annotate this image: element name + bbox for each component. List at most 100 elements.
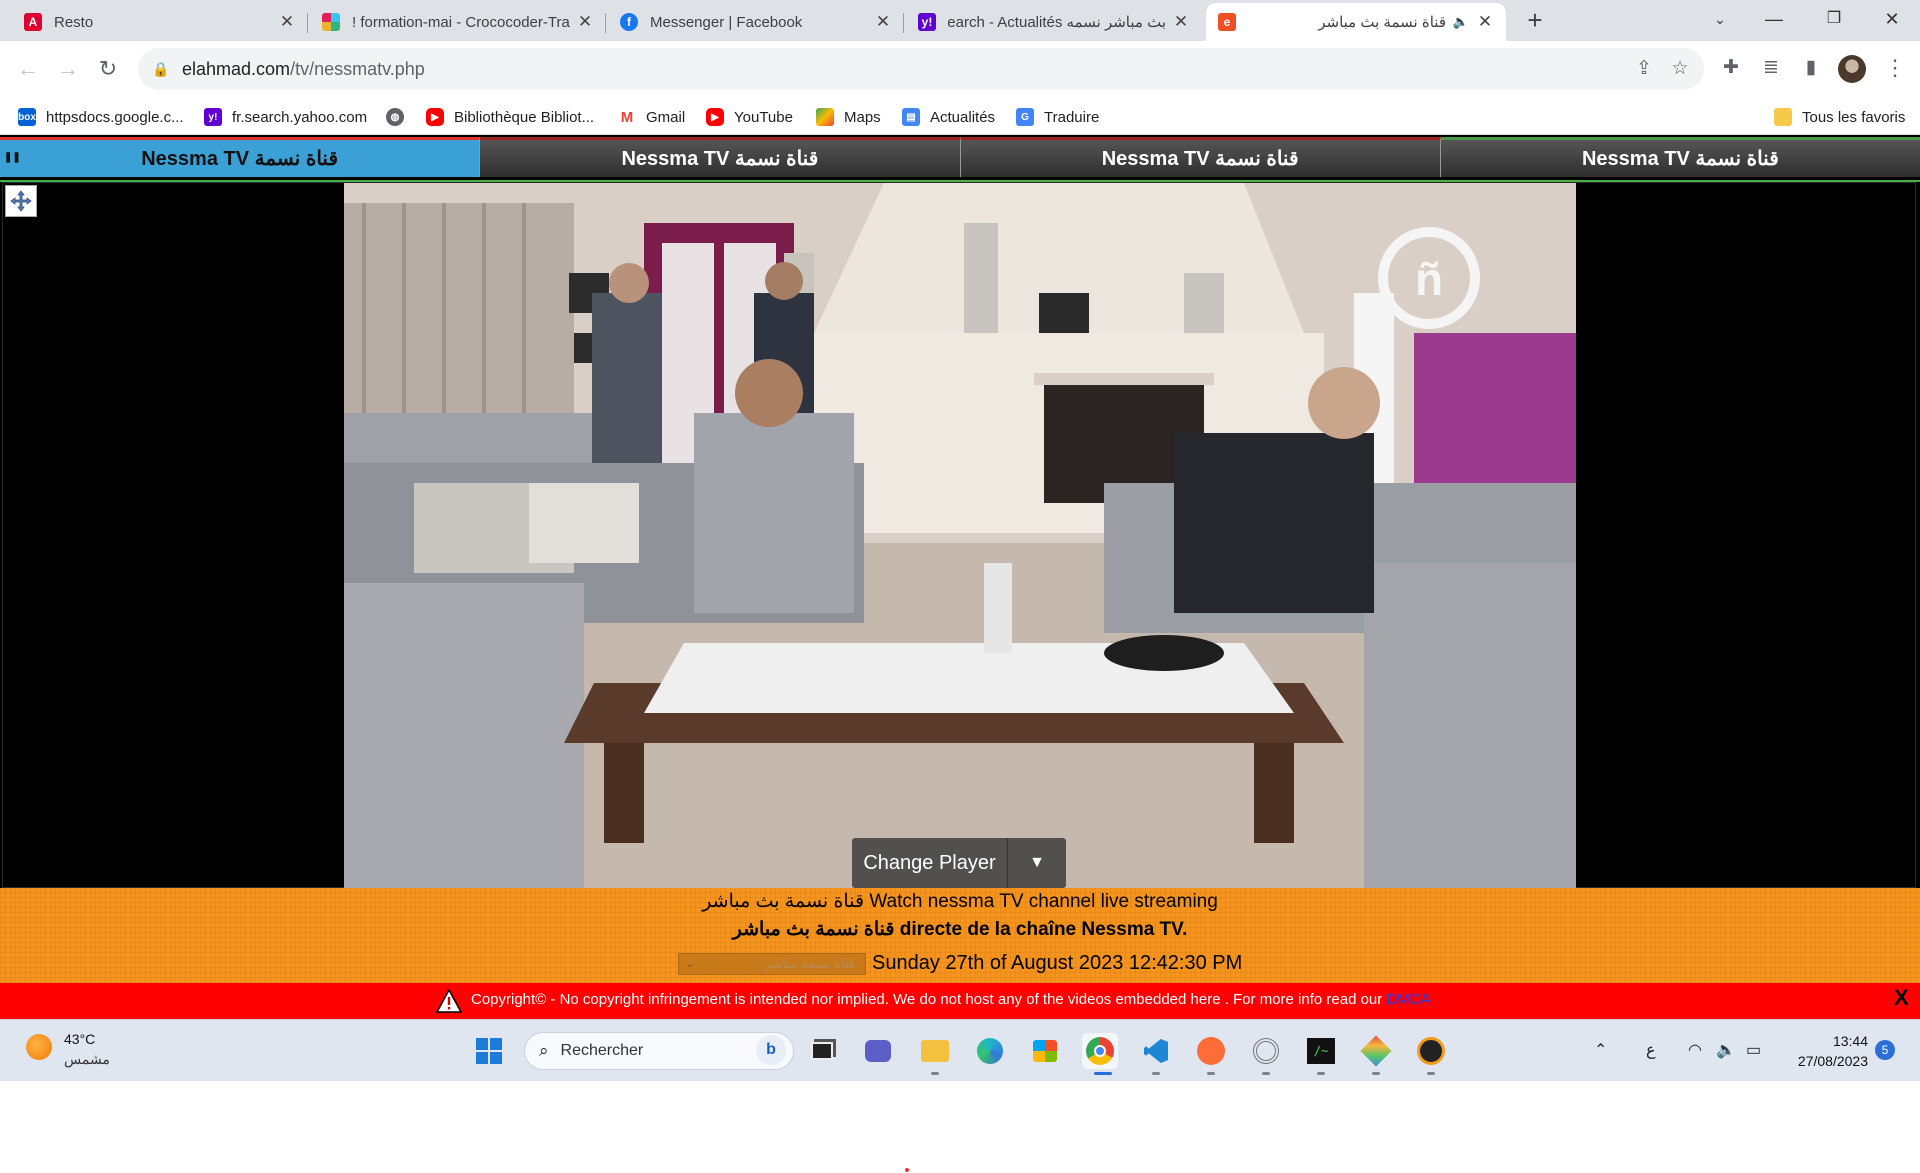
media-player-icon[interactable] xyxy=(1413,1033,1449,1069)
video-frame[interactable]: ñ xyxy=(344,183,1576,889)
bookmark-item[interactable]: ▶ YouTube xyxy=(706,106,793,128)
dropdown-arrow-icon[interactable]: ▼ xyxy=(1008,838,1066,888)
edge-icon[interactable] xyxy=(972,1033,1008,1069)
bookmark-item[interactable]: y! fr.search.yahoo.com xyxy=(204,106,367,128)
new-tab-button[interactable]: + xyxy=(1520,6,1550,36)
box-icon: box xyxy=(18,108,36,126)
close-icon[interactable]: ✕ xyxy=(278,12,296,32)
browser-toolbar: ← → ↻ 🔒 elahmad.com/tv/nessmatv.php ⇪ ☆ xyxy=(0,41,1920,97)
browser-tab[interactable]: A Resto ✕ xyxy=(12,3,308,41)
bookmark-star-icon[interactable]: ☆ xyxy=(1665,54,1695,84)
bing-icon[interactable]: b xyxy=(756,1035,786,1065)
windows-taskbar: 43°C مشمس ⌕ Rechercher b /~ ⌃ ع ◠ 🔈 ▭ 13… xyxy=(0,1019,1920,1081)
lock-icon[interactable]: 🔒 xyxy=(152,61,170,78)
browser-tab-active[interactable]: e قناة نسمة بث مباشر 🔈 ✕ xyxy=(1206,3,1506,41)
file-explorer-icon[interactable] xyxy=(917,1033,953,1069)
restore-button[interactable]: ❐ xyxy=(1806,0,1862,41)
share-icon[interactable]: ⇪ xyxy=(1629,54,1659,84)
store-icon[interactable] xyxy=(1027,1033,1063,1069)
weather-sun-icon[interactable] xyxy=(26,1034,52,1060)
all-bookmarks-folder[interactable]: Tous les favoris xyxy=(1774,106,1905,128)
date-row: ⌄ قناة نسمة مباشر Sunday 27th of August … xyxy=(678,952,1242,975)
windows-start-icon[interactable] xyxy=(471,1033,507,1069)
vscode-icon[interactable] xyxy=(1138,1033,1174,1069)
channel-tab[interactable]: Nessma TV قناة نسمة xyxy=(480,137,961,177)
copyright-notice: Copyright© - No copyright infringement i… xyxy=(471,991,1431,1008)
channel-tab[interactable]: Nessma TV قناة نسمة xyxy=(1440,137,1920,177)
weather-condition[interactable]: مشمس xyxy=(64,1051,110,1068)
bookmark-item[interactable]: ▤ Actualités xyxy=(902,106,995,128)
bookmark-item[interactable]: M Gmail xyxy=(618,106,685,128)
bookmark-item[interactable]: G Traduire xyxy=(1016,106,1099,128)
bookmark-item[interactable]: box httpsdocs.google.c... xyxy=(18,106,184,128)
postman-icon[interactable] xyxy=(1193,1033,1229,1069)
channel-select[interactable]: ⌄ قناة نسمة مباشر xyxy=(678,952,866,975)
battery-icon[interactable]: ▭ xyxy=(1746,1040,1761,1060)
weather-temperature[interactable]: 43°C xyxy=(64,1031,95,1047)
maps-icon xyxy=(816,108,834,126)
reload-button[interactable]: ↻ xyxy=(90,51,126,87)
teams-chat-icon[interactable] xyxy=(860,1033,896,1069)
description-line-bold: قناة نسمة بث مباشر directe de la chaîne … xyxy=(732,919,1188,940)
running-indicator xyxy=(1207,1072,1215,1075)
running-indicator xyxy=(1427,1072,1435,1075)
notification-badge[interactable]: 5 xyxy=(1875,1040,1895,1060)
back-button[interactable]: ← xyxy=(10,51,46,87)
close-icon[interactable]: ✕ xyxy=(874,12,892,32)
browser-menu-icon[interactable]: ⋮ xyxy=(1880,51,1910,85)
tab-search-icon[interactable]: ⌄ xyxy=(1692,0,1748,41)
tab-title: بث مباشر نسمه search - Actualités xyxy=(948,14,1166,31)
system-clock[interactable]: 13:44 27/08/2023 xyxy=(1788,1031,1868,1071)
running-indicator xyxy=(1372,1072,1380,1075)
browser-tab[interactable]: ! formation-mai - Crococoder-Tra ✕ xyxy=(310,3,606,41)
close-window-button[interactable]: ✕ xyxy=(1864,0,1920,41)
app-ring-icon[interactable] xyxy=(1248,1033,1284,1069)
site-icon: e xyxy=(1218,13,1236,31)
yahoo-icon: y! xyxy=(204,108,222,126)
close-icon[interactable]: ✕ xyxy=(1172,12,1190,32)
description-line: قناة نسمة بث مباشر Watch nessma TV chann… xyxy=(702,891,1218,912)
active-indicator xyxy=(1094,1072,1112,1075)
volume-icon[interactable]: 🔈 xyxy=(1716,1040,1736,1060)
bookmark-item[interactable]: ▶ Bibliothèque Bibliot... xyxy=(426,106,594,128)
url-text[interactable]: elahmad.com/tv/nessmatv.php xyxy=(182,59,425,80)
close-icon[interactable]: ✕ xyxy=(1476,12,1494,32)
wifi-icon[interactable]: ◠ xyxy=(1688,1040,1702,1060)
chrome-icon[interactable] xyxy=(1082,1033,1118,1069)
profile-avatar[interactable] xyxy=(1838,55,1866,83)
git-app-icon[interactable] xyxy=(1358,1033,1394,1069)
channel-tab-active[interactable]: Nessma TV قناة نسمة xyxy=(0,137,481,177)
taskbar-search[interactable]: ⌕ Rechercher xyxy=(524,1032,794,1070)
yahoo-icon: y! xyxy=(918,13,936,31)
translate-icon: G xyxy=(1016,108,1034,126)
channel-tab-bar: Nessma TV قناة نسمة Nessma TV قناة نسمة … xyxy=(0,137,1920,177)
move-arrows-icon[interactable] xyxy=(5,185,37,217)
channel-tab[interactable]: Nessma TV قناة نسمة xyxy=(960,137,1441,177)
task-view-icon[interactable] xyxy=(804,1033,840,1069)
running-indicator xyxy=(1317,1072,1325,1075)
media-control-icon[interactable]: ≣ xyxy=(1754,51,1788,85)
browser-tab[interactable]: y! بث مباشر نسمه search - Actualités ✕ xyxy=(906,3,1202,41)
bookmark-item[interactable]: ◍ xyxy=(386,106,414,128)
browser-tab[interactable]: f Messenger | Facebook ✕ xyxy=(608,3,904,41)
keyboard-language[interactable]: ع xyxy=(1646,1040,1656,1060)
dmca-link[interactable]: DMCA xyxy=(1386,991,1430,1008)
bookmark-item[interactable]: Maps xyxy=(816,106,881,128)
close-banner-button[interactable]: X xyxy=(1894,985,1909,1011)
side-panel-icon[interactable]: ▮ xyxy=(1794,51,1828,85)
forward-button[interactable]: → xyxy=(50,51,86,87)
tab-title: Messenger | Facebook xyxy=(650,13,803,31)
change-player-button[interactable]: Change Player xyxy=(852,838,1008,888)
change-player-control[interactable]: Change Player ▼ xyxy=(852,838,1066,888)
address-bar[interactable]: 🔒 elahmad.com/tv/nessmatv.php ⇪ ☆ xyxy=(138,48,1704,90)
close-icon[interactable]: ✕ xyxy=(576,12,594,32)
chevron-up-icon[interactable]: ⌃ xyxy=(1594,1040,1607,1060)
svg-text:ñ: ñ xyxy=(1415,253,1443,305)
speaker-icon[interactable]: 🔈 xyxy=(1452,14,1470,30)
bookmarks-bar: box httpsdocs.google.c... y! fr.search.y… xyxy=(0,97,1920,135)
extensions-icon[interactable]: ✚ xyxy=(1714,51,1748,85)
pause-icon[interactable]: ❚❚ xyxy=(4,152,21,163)
warning-icon xyxy=(436,989,462,1013)
terminal-icon[interactable]: /~ xyxy=(1303,1033,1339,1069)
minimize-button[interactable]: — xyxy=(1746,0,1802,41)
